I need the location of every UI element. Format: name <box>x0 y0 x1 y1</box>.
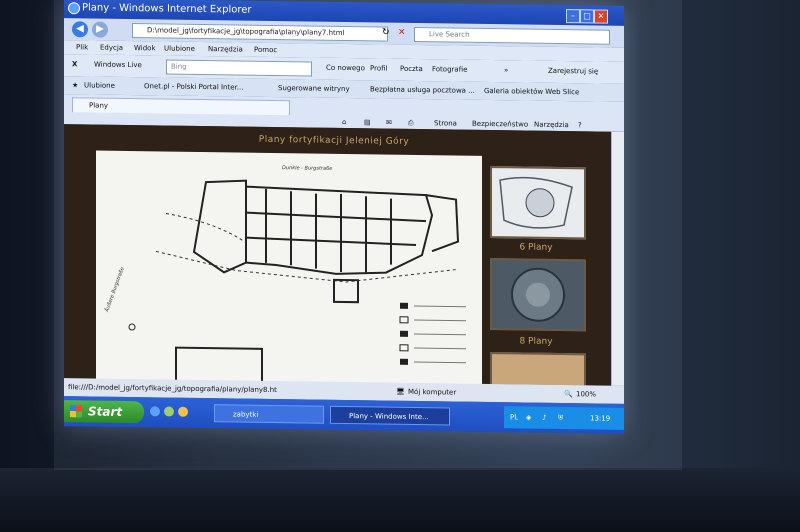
toolbar-more[interactable]: » <box>504 66 508 74</box>
menu-file[interactable]: Plik <box>76 43 88 51</box>
tab-label: Plany <box>89 101 109 110</box>
toolbar-mail[interactable]: Poczta <box>400 65 423 73</box>
quicklaunch-ie-icon[interactable] <box>150 406 160 417</box>
favorite-web-slice[interactable]: Galeria obiektów Web Slice <box>484 87 579 96</box>
task-plany-label: Plany - Windows Inte... <box>349 412 429 422</box>
signin-link[interactable]: Zarejestruj się <box>548 67 598 76</box>
vertical-scrollbar[interactable] <box>611 131 624 386</box>
start-label: Start <box>88 404 123 419</box>
plan-title-label: Dunkle - Burgstraße <box>282 165 333 172</box>
forward-button[interactable]: ▶ <box>92 21 108 38</box>
status-zoom[interactable]: 100% <box>576 390 596 398</box>
toolbar-profile[interactable]: Profil <box>370 64 387 72</box>
menu-view[interactable]: Widok <box>134 44 156 52</box>
tray-network-icon[interactable]: ◈ <box>526 414 531 422</box>
windows-flag-icon <box>70 405 82 418</box>
windows-live-button[interactable]: Windows Live <box>94 61 142 70</box>
task-plany-ie[interactable]: Plany - Windows Inte... <box>330 405 450 426</box>
mail-icon[interactable]: ✉ <box>386 119 392 127</box>
clock: 13:19 <box>590 414 611 423</box>
projected-desktop: Plany - Windows Internet Explorer – □ ✕ … <box>64 0 624 434</box>
tray-security-icon[interactable]: ⛨ <box>558 414 563 423</box>
page-content: Plany fortyfikacji Jeleniej Góry Dunkle … <box>64 124 624 390</box>
help-icon[interactable]: ? <box>578 121 582 129</box>
home-icon[interactable]: ⌂ <box>342 118 346 126</box>
favorites-button[interactable]: Ulubione <box>84 81 115 89</box>
quicklaunch-media-icon[interactable] <box>178 406 188 417</box>
quicklaunch-desktop-icon[interactable] <box>164 406 174 417</box>
minimize-button[interactable]: – <box>566 9 580 24</box>
status-path: file:///D:/model_jg/fortyfikacje_jg/topo… <box>68 383 277 395</box>
tab-plany[interactable]: Plany <box>72 97 290 116</box>
plan-drawing <box>128 179 466 390</box>
refresh-icon[interactable]: ↻ <box>382 28 390 38</box>
toolbar-whats-new[interactable]: Co nowego <box>326 64 365 73</box>
floor <box>0 468 800 532</box>
favorites-star-icon[interactable]: ★ <box>72 81 78 89</box>
page-heading: Plany fortyfikacji Jeleniej Góry <box>258 134 410 147</box>
toolbar-photos[interactable]: Fotografie <box>432 65 467 73</box>
thumbnail-map-3[interactable] <box>490 352 586 388</box>
address-url: D:\model_jg\fortyfikacje_jg\topografia\p… <box>147 26 345 38</box>
tray-volume-icon[interactable]: ♪ <box>542 414 546 422</box>
menu-help[interactable]: Pomoc <box>254 46 277 54</box>
thumbnail-map-1-drawing <box>499 176 573 229</box>
favorite-onet[interactable]: Onet.pl - Polski Portal Inter... <box>144 82 243 91</box>
language-indicator[interactable]: PL <box>510 413 518 421</box>
back-button[interactable]: ◀ <box>72 21 88 38</box>
search-placeholder: Live Search <box>429 30 470 39</box>
ie-logo-icon <box>68 2 80 15</box>
safety-menu[interactable]: Bezpieczeństwo <box>472 120 528 129</box>
thumbnail-map-1[interactable] <box>490 166 586 240</box>
task-zabytki[interactable]: zabytki <box>214 404 324 424</box>
bing-search-input[interactable]: Bing <box>166 59 312 77</box>
thumbnail-label-8: 8 Plany <box>519 336 553 347</box>
menu-edit[interactable]: Edycja <box>100 44 123 52</box>
print-icon[interactable]: ⎙ <box>408 119 414 128</box>
favorite-suggested[interactable]: Sugerowane witryny <box>278 84 350 93</box>
window-title: Plany - Windows Internet Explorer <box>82 2 252 16</box>
address-bar[interactable]: D:\model_jg\fortyfikacje_jg\topografia\p… <box>132 23 388 42</box>
status-zone: Mój komputer <box>408 387 457 397</box>
start-button[interactable]: Start <box>64 400 144 424</box>
system-tray: PL ◈ ♪ ⛨ 13:19 <box>504 406 624 430</box>
thumbnail-label-6: 6 Plany <box>519 242 553 253</box>
zoom-icon[interactable]: 🔍 <box>564 390 573 398</box>
stop-icon[interactable]: ✕ <box>398 28 406 38</box>
tools-menu[interactable]: Narzędzia <box>534 121 569 129</box>
thumbnail-map-2-drawing <box>511 267 565 322</box>
plan-thumbnails: 6 Plany 8 Plany <box>490 160 586 388</box>
bing-placeholder: Bing <box>171 62 187 71</box>
page-menu[interactable]: Strona <box>434 119 457 127</box>
close-button[interactable]: ✕ <box>594 9 608 24</box>
computer-zone-icon: 🖥 <box>396 387 405 396</box>
task-zabytki-label: zabytki <box>233 410 259 419</box>
thumbnail-map-2[interactable] <box>490 258 586 332</box>
feeds-icon[interactable]: ▤ <box>364 118 371 126</box>
fortification-plan-image[interactable]: Dunkle - Burgstraße Äußere Burgstraße <box>96 150 482 390</box>
menu-tools[interactable]: Narzędzia <box>208 45 243 53</box>
favorite-free-mail[interactable]: Bezpłatna usługa pocztowa ... <box>370 85 475 94</box>
toolbar-close-button[interactable]: X <box>72 60 77 68</box>
maximize-button[interactable]: □ <box>580 9 594 24</box>
menu-favorites[interactable]: Ulubione <box>164 44 195 52</box>
search-input[interactable]: Live Search <box>414 26 610 45</box>
